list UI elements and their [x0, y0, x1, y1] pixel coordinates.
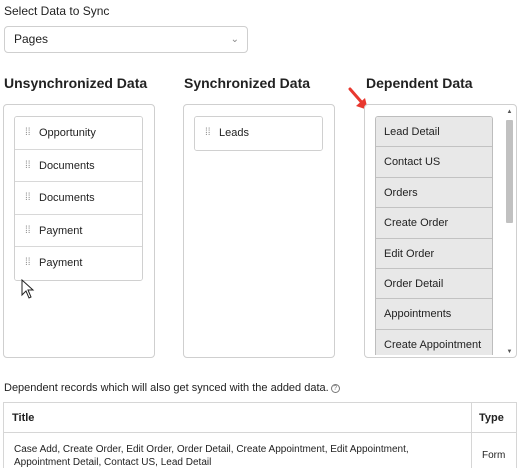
drag-handle-icon[interactable]: ⁞⁞ — [25, 150, 33, 182]
unsync-list: ⁞⁞ Opportunity ⁞⁞ Documents ⁞⁞ Documents ⁞⁞… — [14, 116, 143, 281]
table-cell-title: Case Add, Create Order, Edit Order, Orde… — [14, 444, 409, 468]
drag-handle-icon[interactable]: ⁞⁞ — [25, 215, 33, 247]
scroll-down-icon[interactable]: ▼ — [505, 348, 514, 356]
dep-list-item[interactable]: Lead Detail — [376, 117, 492, 148]
list-item[interactable]: ⁞⁞ Opportunity — [15, 117, 142, 150]
dep-list-item[interactable]: Contact US — [376, 147, 492, 178]
scroll-up-icon[interactable]: ▲ — [505, 108, 514, 116]
unsync-title: Unsynchronized Data — [4, 75, 148, 91]
dependent-table: Title Type Case Add, Create Order, Edit … — [3, 402, 517, 468]
column-type: Type — [479, 412, 504, 424]
dependent-note: Dependent records which will also get sy… — [4, 382, 340, 394]
mouse-pointer-icon — [21, 279, 35, 299]
column-divider — [471, 403, 472, 468]
dep-list-item[interactable]: Appointments — [376, 299, 492, 330]
list-item[interactable]: ⁞⁞ Documents — [15, 149, 142, 182]
select-label: Select Data to Sync — [4, 4, 110, 18]
list-item[interactable]: ⁞⁞ Leads — [195, 117, 322, 150]
sync-panel[interactable]: ⁞⁞ Leads — [183, 104, 335, 358]
sync-list: ⁞⁞ Leads — [194, 116, 323, 151]
dep-list-item[interactable]: Order Detail — [376, 268, 492, 300]
dep-list-item[interactable]: Edit Order — [376, 238, 492, 269]
data-type-select[interactable]: Pages ⌄ — [4, 26, 248, 53]
list-item[interactable]: ⁞⁞ Payment — [15, 247, 142, 280]
column-title: Title — [12, 412, 35, 424]
dep-list-item[interactable]: Create Appointment — [376, 329, 492, 355]
select-value: Pages — [14, 32, 49, 46]
chevron-down-icon[interactable]: ⌄ — [231, 27, 239, 52]
dep-list: Lead Detail Contact US Orders Create Ord… — [375, 116, 493, 355]
dep-title: Dependent Data — [366, 75, 473, 91]
dep-list-item[interactable]: Orders — [376, 177, 492, 209]
unsync-panel[interactable]: ⁞⁞ Opportunity ⁞⁞ Documents ⁞⁞ Documents ⁞⁞… — [3, 104, 155, 358]
sync-title: Synchronized Data — [184, 75, 311, 91]
list-item[interactable]: ⁞⁞ Payment — [15, 214, 142, 247]
scroll-thumb[interactable] — [506, 120, 513, 223]
drag-handle-icon[interactable]: ⁞⁞ — [25, 182, 33, 214]
table-header: Title Type — [4, 403, 516, 433]
dep-panel[interactable]: Lead Detail Contact US Orders Create Ord… — [364, 104, 517, 358]
drag-handle-icon[interactable]: ⁞⁞ — [25, 117, 33, 149]
drag-handle-icon[interactable]: ⁞⁞ — [205, 117, 213, 149]
info-icon[interactable]: ? — [330, 383, 340, 393]
drag-handle-icon[interactable]: ⁞⁞ — [25, 247, 33, 279]
dep-scrollbar[interactable]: ▲ ▼ — [505, 108, 514, 356]
table-cell-type: Form — [482, 450, 506, 461]
dep-list-item[interactable]: Create Order — [376, 208, 492, 239]
list-item[interactable]: ⁞⁞ Documents — [15, 182, 142, 215]
